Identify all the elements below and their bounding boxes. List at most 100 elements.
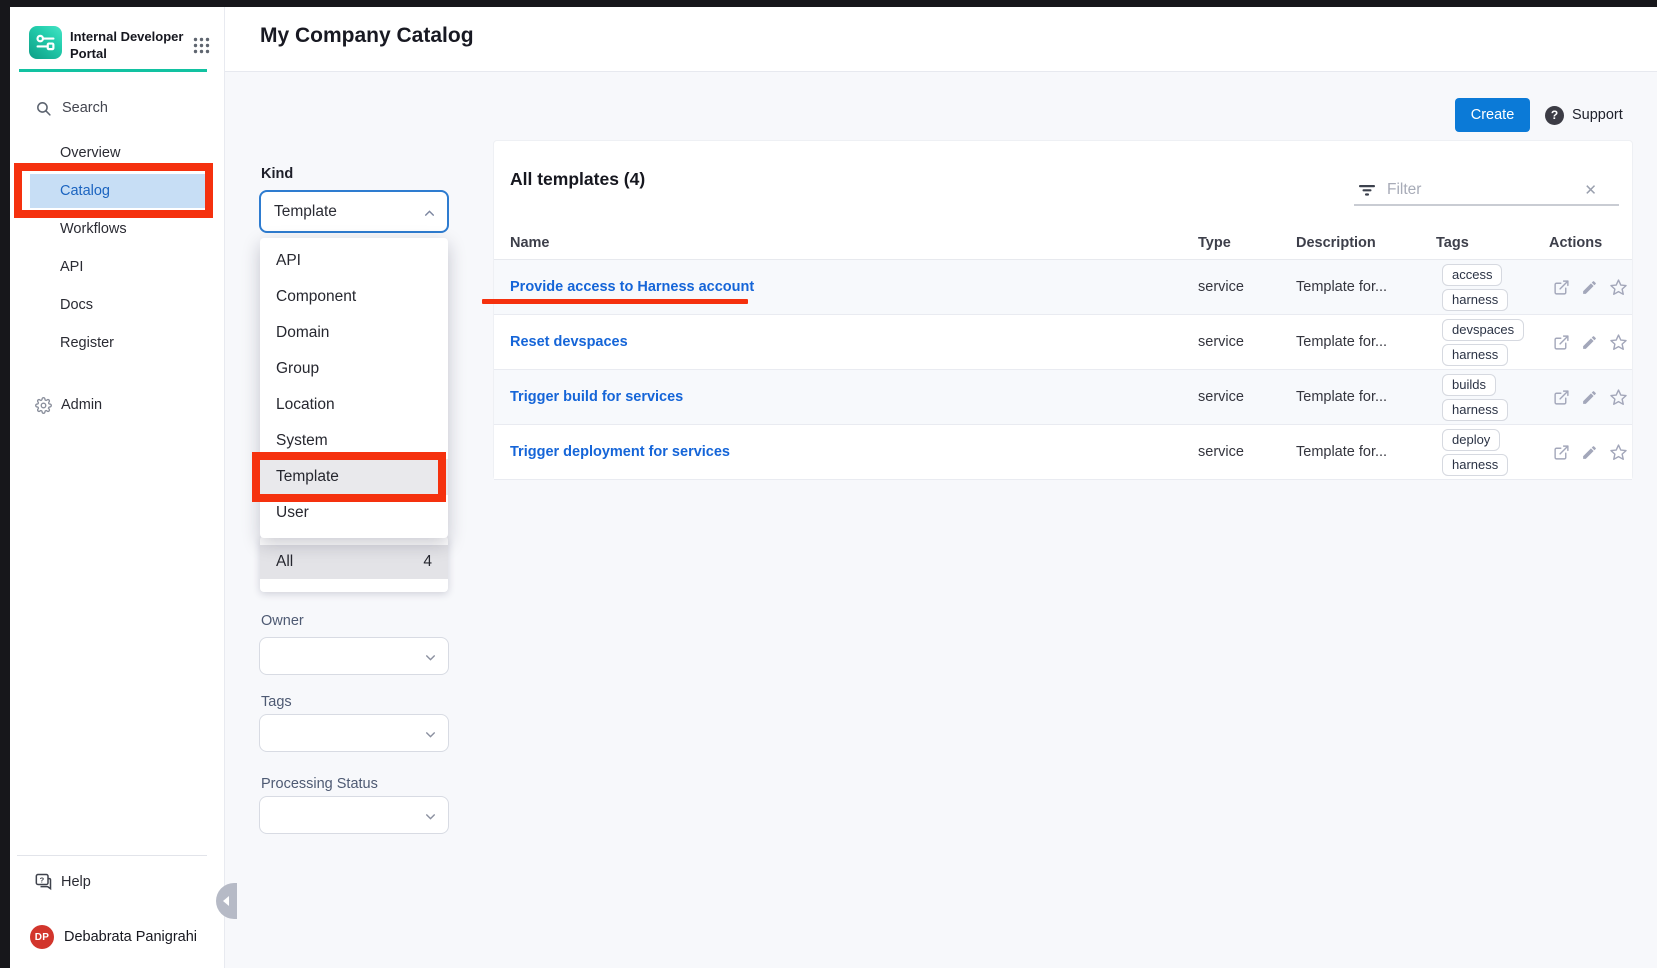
tags-label: Tags — [261, 694, 292, 710]
tag-chip-devspaces[interactable]: devspaces — [1442, 319, 1524, 341]
star-icon[interactable] — [1609, 443, 1628, 462]
kind-option-location[interactable]: Location — [260, 387, 448, 423]
page-title: My Company Catalog — [260, 24, 474, 48]
sidebar-item-label: Workflows — [60, 221, 127, 237]
funnel-icon — [1358, 181, 1376, 199]
table-row: Reset devspacesserviceTemplate for...dev… — [494, 315, 1632, 370]
star-icon[interactable] — [1609, 278, 1628, 297]
external-link-icon[interactable] — [1553, 279, 1570, 296]
processing-status-select[interactable] — [259, 796, 449, 834]
sidebar-item-workflows[interactable]: Workflows — [10, 210, 225, 248]
external-link-icon[interactable] — [1553, 444, 1570, 461]
kind-count-card: All 4 — [260, 536, 448, 592]
sidebar-item-label: Catalog — [60, 183, 110, 199]
gear-icon — [35, 397, 52, 414]
tag-chip-harness[interactable]: harness — [1442, 454, 1508, 476]
sidebar-item-catalog[interactable]: Catalog — [10, 172, 225, 210]
template-name-link[interactable]: Provide access to Harness account — [510, 279, 1198, 295]
table-row: Trigger deployment for servicesserviceTe… — [494, 425, 1632, 480]
admin-label: Admin — [61, 397, 102, 413]
chevron-down-icon — [424, 651, 437, 664]
kind-label: Kind — [261, 166, 293, 182]
row-actions — [1549, 278, 1632, 297]
templates-title: All templates (4) — [510, 169, 645, 190]
template-tags: access harness — [1442, 264, 1549, 311]
template-name-link[interactable]: Trigger deployment for services — [510, 444, 1198, 460]
kind-option-template[interactable]: Template — [260, 459, 448, 495]
help-button[interactable]: ? Help — [10, 868, 225, 896]
pencil-icon[interactable] — [1581, 389, 1598, 406]
table-row: Trigger build for servicesserviceTemplat… — [494, 370, 1632, 425]
kind-select[interactable]: Template — [259, 190, 449, 233]
template-description: Template for... — [1296, 444, 1436, 460]
kind-option-group[interactable]: Group — [260, 351, 448, 387]
template-tags: deploy harness — [1442, 429, 1549, 476]
kind-option-system[interactable]: System — [260, 423, 448, 459]
idp-logo-icon[interactable] — [29, 26, 62, 59]
logo-title-line1: Internal Developer — [70, 29, 183, 46]
apps-grid-icon[interactable] — [193, 37, 210, 54]
chat-question-icon: ? — [33, 872, 53, 892]
template-tags: builds harness — [1442, 374, 1549, 421]
sidebar-item-register[interactable]: Register — [10, 324, 225, 362]
sidebar-item-admin[interactable]: Admin — [10, 390, 225, 420]
table-filter-input[interactable]: Filter ✕ — [1354, 175, 1619, 206]
tag-chip-access[interactable]: access — [1442, 264, 1502, 286]
star-icon[interactable] — [1609, 388, 1628, 407]
kind-count-row-all[interactable]: All 4 — [260, 545, 448, 579]
templates-card: All templates (4) Filter ✕ Name Type Des… — [493, 140, 1633, 480]
kind-option-api[interactable]: API — [260, 243, 448, 279]
tags-select[interactable] — [259, 714, 449, 752]
search-icon — [35, 100, 52, 117]
search-label: Search — [62, 100, 108, 116]
kind-option-user[interactable]: User — [260, 495, 448, 531]
external-link-icon[interactable] — [1553, 334, 1570, 351]
sidebar-item-label: Overview — [60, 145, 120, 161]
sidebar-item-overview[interactable]: Overview — [10, 134, 225, 172]
row-actions — [1549, 443, 1632, 462]
column-header-description: Description — [1296, 235, 1436, 251]
pencil-icon[interactable] — [1581, 279, 1598, 296]
chevron-down-icon — [424, 810, 437, 823]
user-profile[interactable]: DP Debabrata Panigrahi — [10, 922, 225, 952]
tag-chip-harness[interactable]: harness — [1442, 344, 1508, 366]
help-label: Help — [61, 874, 91, 890]
table-body: Provide access to Harness accountservice… — [494, 260, 1632, 480]
owner-select[interactable] — [259, 637, 449, 675]
support-label: Support — [1572, 107, 1623, 123]
template-description: Template for... — [1296, 389, 1436, 405]
pencil-icon[interactable] — [1581, 334, 1598, 351]
template-type: service — [1198, 389, 1296, 405]
sidebar-search[interactable]: Search — [10, 92, 225, 124]
sidebar-item-api[interactable]: API — [10, 248, 225, 286]
app-window: Internal Developer Portal Search Overvie… — [0, 0, 1657, 968]
support-button[interactable]: ? Support — [1545, 98, 1623, 132]
kind-dropdown: APIComponentDomainGroupLocationSystemTem… — [260, 238, 448, 538]
template-name-link[interactable]: Trigger build for services — [510, 389, 1198, 405]
row-actions — [1549, 333, 1632, 352]
kind-select-value: Template — [274, 203, 337, 221]
pencil-icon[interactable] — [1581, 444, 1598, 461]
tag-chip-harness[interactable]: harness — [1442, 399, 1508, 421]
tag-chip-builds[interactable]: builds — [1442, 374, 1496, 396]
tag-chip-deploy[interactable]: deploy — [1442, 429, 1500, 451]
column-header-actions: Actions — [1549, 235, 1632, 251]
template-tags: devspaces harness — [1442, 319, 1549, 366]
kind-option-component[interactable]: Component — [260, 279, 448, 315]
window-edge-left — [0, 0, 10, 968]
kind-option-domain[interactable]: Domain — [260, 315, 448, 351]
user-name: Debabrata Panigrahi — [64, 929, 197, 945]
clear-filter-icon[interactable]: ✕ — [1584, 181, 1597, 199]
template-name-link[interactable]: Reset devspaces — [510, 334, 1198, 350]
template-type: service — [1198, 444, 1296, 460]
sidebar-divider — [17, 855, 207, 856]
sidebar-item-docs[interactable]: Docs — [10, 286, 225, 324]
create-button[interactable]: Create — [1455, 98, 1530, 132]
star-icon[interactable] — [1609, 333, 1628, 352]
tag-chip-harness[interactable]: harness — [1442, 289, 1508, 311]
left-triangle-icon — [223, 896, 229, 906]
external-link-icon[interactable] — [1553, 389, 1570, 406]
template-type: service — [1198, 279, 1296, 295]
brand-divider — [19, 69, 207, 72]
sidebar-item-label: Docs — [60, 297, 93, 313]
